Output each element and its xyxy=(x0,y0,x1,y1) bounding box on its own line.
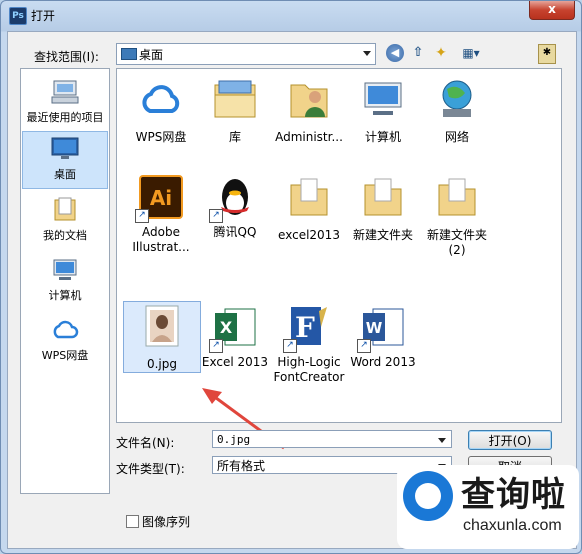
places-bar: 最近使用的项目 桌面 我的文档 计算机 WPS网盘 xyxy=(20,68,110,494)
search-logo-icon xyxy=(403,471,453,521)
look-in-dropdown[interactable]: 桌面 xyxy=(116,43,376,65)
place-wps-cloud[interactable]: WPS网盘 xyxy=(23,313,107,369)
place-documents[interactable]: 我的文档 xyxy=(23,193,107,249)
folder-icon xyxy=(364,178,402,216)
file-item-qq[interactable]: ↗ 腾讯QQ xyxy=(197,173,273,240)
file-label: 新建文件夹 (2) xyxy=(426,228,487,257)
image-sequence-checkbox[interactable]: 图像序列 xyxy=(126,513,190,530)
file-item-0-jpg[interactable]: 0.jpg xyxy=(123,301,201,373)
watermark-url: chaxunla.com xyxy=(463,517,562,534)
file-label: Administr... xyxy=(275,130,343,144)
filetype-label: 文件类型(T): xyxy=(116,462,185,476)
wps-cloud-icon xyxy=(53,320,79,339)
folder-icon xyxy=(290,178,328,216)
file-item-wps-cloud[interactable]: WPS网盘 xyxy=(123,75,199,145)
look-in-label: 查找范围(I): xyxy=(34,50,99,64)
open-button[interactable]: 打开(O) xyxy=(468,430,552,450)
place-label: 最近使用的项目 xyxy=(26,111,104,124)
filename-label: 文件名(N): xyxy=(116,436,175,450)
close-button[interactable]: x xyxy=(529,1,575,20)
file-label: Excel 2013 xyxy=(201,355,269,369)
file-item-fontcreator[interactable]: F ↗ High-Logic FontCreator xyxy=(271,303,347,385)
svg-text:W: W xyxy=(366,319,383,337)
file-item-new-folder[interactable]: 新建文件夹 xyxy=(345,173,421,243)
network-icon xyxy=(442,80,472,117)
window-title: 打开 xyxy=(31,9,56,23)
svg-text:Ai: Ai xyxy=(150,186,172,210)
chevron-down-icon[interactable] xyxy=(438,438,446,443)
file-label: 0.jpg xyxy=(146,357,178,371)
shortcut-arrow-icon: ↗ xyxy=(283,339,297,353)
place-computer[interactable]: 计算机 xyxy=(23,253,107,309)
image-file-icon xyxy=(145,305,179,347)
file-item-excel[interactable]: X ↗ Excel 2013 xyxy=(197,303,273,370)
file-item-adobe-illustrator[interactable]: Ai ↗ Adobe Illustrat... xyxy=(123,173,199,255)
qq-icon: ↗ xyxy=(209,173,259,223)
shortcut-arrow-icon: ↗ xyxy=(209,209,223,223)
file-label: 计算机 xyxy=(364,130,401,144)
file-item-excel2013-folder[interactable]: excel2013 xyxy=(271,173,347,243)
file-label: 库 xyxy=(228,130,241,144)
file-label: High-Logic FontCreator xyxy=(273,355,345,384)
open-dialog: Ps 打开 x 查找范围(I): 桌面 ◀ ⇧ ✦ ▦▾ ✱ 最近使用的项目 桌… xyxy=(0,0,582,554)
file-label: 网络 xyxy=(444,130,469,144)
computer-icon xyxy=(53,259,77,280)
place-label: WPS网盘 xyxy=(41,349,89,362)
svg-text:X: X xyxy=(220,318,233,337)
file-item-administrator[interactable]: Administr... xyxy=(271,75,347,145)
place-desktop[interactable]: 桌面 xyxy=(22,131,108,189)
file-label: WPS网盘 xyxy=(135,130,187,144)
file-label: Word 2013 xyxy=(350,355,416,369)
svg-text:F: F xyxy=(295,311,315,344)
new-folder-icon[interactable]: ✦ xyxy=(432,44,450,62)
file-item-library[interactable]: 库 xyxy=(197,75,273,145)
shortcut-arrow-icon: ↗ xyxy=(209,339,223,353)
file-label: Adobe Illustrat... xyxy=(132,225,190,254)
user-folder-icon xyxy=(290,84,328,118)
filename-field[interactable]: 0.jpg xyxy=(212,430,452,448)
watermark-logo: 查询啦 chaxunla.com xyxy=(397,465,579,549)
documents-icon xyxy=(54,197,76,221)
library-icon xyxy=(214,80,256,118)
title-bar[interactable]: Ps 打开 x xyxy=(1,1,581,29)
place-label: 我的文档 xyxy=(43,229,87,242)
wps-cloud-icon xyxy=(142,85,180,113)
file-item-computer[interactable]: 计算机 xyxy=(345,75,421,145)
fontcreator-icon: F ↗ xyxy=(283,303,333,353)
file-list: WPS网盘 库 Administr... 计算机 网络 Ai ↗ Adobe I… xyxy=(116,68,562,423)
file-label: 腾讯QQ xyxy=(213,225,257,239)
shortcut-arrow-icon: ↗ xyxy=(357,339,371,353)
annotation-arrow xyxy=(202,388,285,450)
excel-icon: X ↗ xyxy=(209,303,259,353)
look-in-value: 桌面 xyxy=(139,48,164,62)
place-recent-items[interactable]: 最近使用的项目 xyxy=(23,75,107,131)
chevron-down-icon[interactable] xyxy=(363,51,371,56)
folder-icon xyxy=(438,178,476,216)
file-label: excel2013 xyxy=(278,228,340,242)
desktop-icon xyxy=(121,48,137,60)
checkbox-box[interactable] xyxy=(126,515,139,528)
image-sequence-label: 图像序列 xyxy=(142,515,191,529)
photoshop-icon: Ps xyxy=(9,7,27,25)
up-folder-icon[interactable]: ⇧ xyxy=(410,44,426,62)
back-icon[interactable]: ◀ xyxy=(386,44,404,62)
views-menu-icon[interactable]: ▦▾ xyxy=(456,44,486,62)
recent-items-icon xyxy=(51,80,79,104)
folder-options-icon[interactable]: ✱ xyxy=(538,44,556,64)
illustrator-icon: Ai ↗ xyxy=(135,173,185,223)
file-item-word[interactable]: W ↗ Word 2013 xyxy=(345,303,421,370)
desktop-icon xyxy=(51,137,79,159)
file-item-network[interactable]: 网络 xyxy=(419,75,495,145)
file-item-new-folder-2[interactable]: 新建文件夹 (2) xyxy=(419,173,495,258)
file-label: 新建文件夹 xyxy=(352,228,413,242)
computer-icon xyxy=(364,82,402,115)
place-label: 计算机 xyxy=(48,289,82,302)
place-label: 桌面 xyxy=(54,168,76,181)
watermark-text: 查询啦 xyxy=(461,475,566,515)
word-icon: W ↗ xyxy=(357,303,407,353)
shortcut-arrow-icon: ↗ xyxy=(135,209,149,223)
